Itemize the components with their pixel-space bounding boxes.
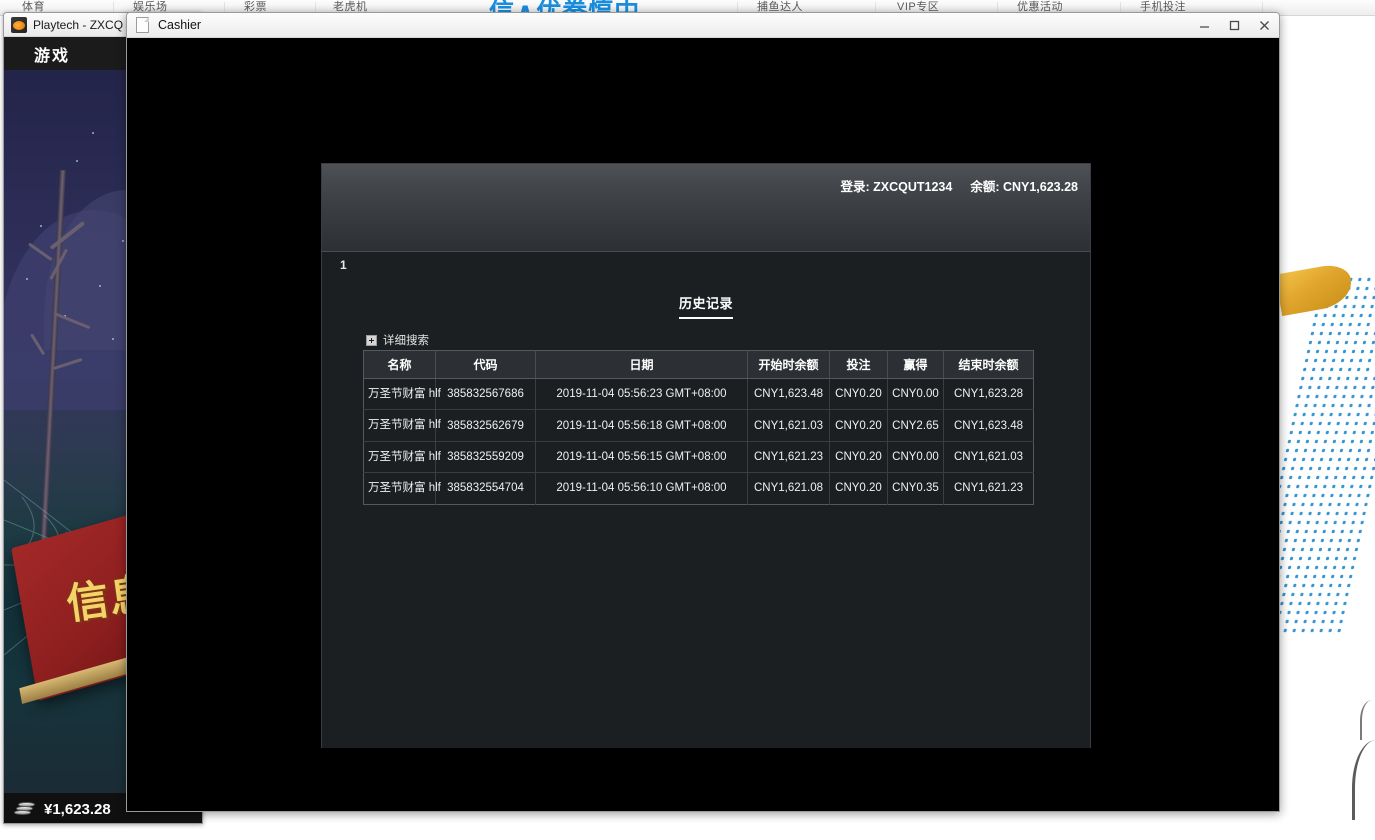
column-header-end-balance[interactable]: 结束时余额 (943, 350, 1034, 379)
cell-date: 2019-11-04 05:56:18 GMT+08:00 (535, 409, 748, 442)
decorative-swoosh-small (1360, 700, 1375, 740)
playtech-balance-value: ¥1,623.28 (44, 800, 111, 818)
cell-date: 2019-11-04 05:56:10 GMT+08:00 (535, 472, 748, 504)
document-icon (136, 17, 149, 33)
cashier-bottom-strip (127, 786, 1279, 811)
cell-start-balance: CNY1,621.23 (747, 441, 830, 474)
cell-bet: CNY0.20 (829, 378, 888, 411)
cashier-window[interactable]: Cashier 登录: ZXCQUT1234 余额: CNY1,623.28 1… (126, 12, 1280, 812)
page-number[interactable]: 1 (340, 258, 347, 272)
cell-bet: CNY0.20 (829, 441, 888, 474)
cell-game-name: 万圣节财富 hlf (363, 378, 441, 411)
game-label: 游戏 (34, 47, 71, 65)
cell-code: 385832562679 (435, 409, 536, 442)
cell-game-name: 万圣节财富 hlf (363, 409, 441, 442)
cell-start-balance: CNY1,621.08 (747, 472, 830, 504)
cell-date: 2019-11-04 05:56:15 GMT+08:00 (535, 441, 748, 474)
balance-label: 余额: CNY1,623.28 (970, 180, 1078, 194)
maximize-button[interactable] (1219, 13, 1249, 37)
account-info: 登录: ZXCQUT1234 余额: CNY1,623.28 (840, 176, 1078, 195)
cell-end-balance: CNY1,621.23 (953, 482, 1024, 495)
coin-stack-icon (14, 801, 36, 817)
minimize-button[interactable] (1189, 13, 1219, 37)
pumpkin-icon (11, 16, 27, 33)
cashier-titlebar[interactable]: Cashier (127, 13, 1279, 38)
tab-history[interactable]: 历史记录 (678, 293, 733, 319)
cell-end-balance: CNY1,623.48 (943, 409, 1034, 442)
login-label: 登录: ZXCQUT1234 (840, 180, 953, 194)
cashier-page-header: 登录: ZXCQUT1234 余额: CNY1,623.28 (322, 164, 1090, 252)
table-row[interactable]: 万圣节财富 hlf 385832554704 2019-11-04 05:56:… (363, 472, 1034, 504)
column-header-win[interactable]: 赢得 (887, 350, 944, 379)
close-button[interactable] (1249, 13, 1279, 37)
cell-game-name: 万圣节财富 hlf (363, 441, 441, 474)
cell-win: CNY0.00 (887, 441, 944, 474)
cell-win: CNY0.35 (887, 472, 944, 504)
table-row[interactable]: 万圣节财富 hlf 385832567686 2019-11-04 05:56:… (363, 378, 1034, 411)
tab-bar: 历史记录 (322, 293, 1090, 319)
cell-date: 2019-11-04 05:56:23 GMT+08:00 (535, 378, 748, 411)
cell-win: CNY0.00 (887, 378, 944, 411)
cell-code: 385832554704 (435, 472, 536, 504)
cell-code: 385832567686 (435, 378, 536, 411)
screen-root: 体育 娱乐场 彩票 老虎机 捕鱼达人 VIP专区 优惠活动 手机投注 信∧优豢惇… (0, 0, 1375, 840)
cell-win: CNY2.65 (887, 409, 944, 442)
window-controls (1189, 13, 1279, 37)
detailed-search-toggle[interactable]: 详细搜索 (366, 332, 429, 348)
table-row[interactable]: 万圣节财富 hlf 385832559209 2019-11-04 05:56:… (363, 441, 1034, 474)
cell-bet: CNY0.20 (829, 409, 888, 442)
table-header-row: 名称 代码 日期 开始时余额 投注 赢得 结束时余额 (363, 350, 1034, 379)
detailed-search-label: 详细搜索 (383, 335, 429, 347)
cell-code: 385832559209 (435, 441, 536, 474)
column-header-name[interactable]: 名称 (363, 350, 436, 379)
history-table: 名称 代码 日期 开始时余额 投注 赢得 结束时余额 万圣节财富 hlf 385… (363, 350, 1034, 505)
playtech-window-title: Playtech - ZXCQ (33, 17, 124, 32)
cell-end-balance: CNY1,623.28 (943, 378, 1034, 411)
cell-start-balance: CNY1,621.03 (747, 409, 830, 442)
decorative-swoosh (1352, 740, 1375, 820)
cashier-page: 登录: ZXCQUT1234 余额: CNY1,623.28 1 历史记录 详细… (321, 163, 1091, 748)
cashier-main-content: 1 历史记录 详细搜索 名称 代码 日期 开始时余额 投注 赢得 结束时余额 万… (322, 252, 1090, 748)
cashier-window-title: Cashier (158, 18, 202, 32)
column-header-date[interactable]: 日期 (535, 350, 748, 379)
column-header-code[interactable]: 代码 (435, 350, 536, 379)
cell-game-name: 万圣节财富 hlf (363, 472, 441, 504)
cell-bet: CNY0.20 (829, 472, 888, 504)
table-row[interactable]: 万圣节财富 hlf 385832562679 2019-11-04 05:56:… (363, 409, 1034, 442)
column-header-start-balance[interactable]: 开始时余额 (747, 350, 830, 379)
cell-end-balance: CNY1,621.03 (943, 441, 1034, 474)
column-header-bet[interactable]: 投注 (829, 350, 888, 379)
plus-box-icon[interactable] (366, 334, 377, 346)
cell-start-balance: CNY1,623.48 (747, 378, 830, 411)
cashier-window-body: 登录: ZXCQUT1234 余额: CNY1,623.28 1 历史记录 详细… (127, 38, 1279, 811)
